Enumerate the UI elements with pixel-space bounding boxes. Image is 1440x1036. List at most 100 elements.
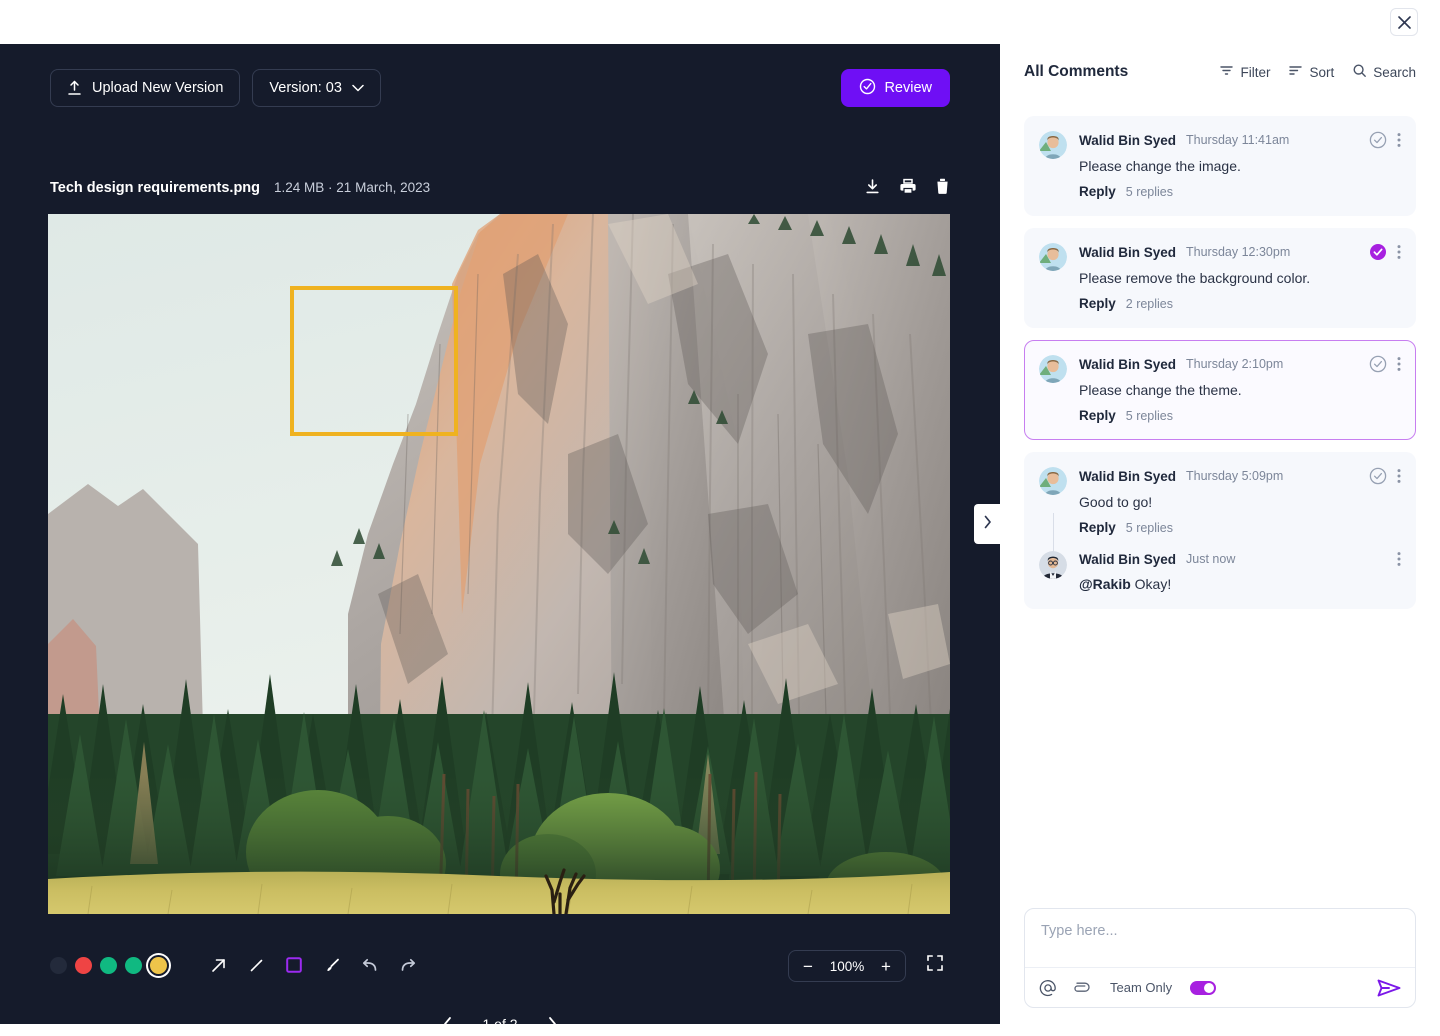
chevron-down-icon [352, 84, 364, 92]
search-icon [1352, 63, 1367, 81]
reply-author: Walid Bin Syed [1079, 552, 1176, 567]
resolve-check-icon[interactable] [1369, 131, 1387, 149]
delete-icon[interactable] [935, 178, 950, 200]
file-actions [864, 178, 950, 200]
color-swatch-red[interactable] [75, 957, 92, 974]
print-icon[interactable] [899, 178, 917, 200]
reply-button[interactable]: Reply [1079, 296, 1116, 311]
line-tool-icon[interactable] [243, 952, 269, 978]
nested-reply[interactable]: Walid Bin Syed Just now @R [1039, 551, 1401, 592]
thread-connector [1053, 513, 1054, 552]
composer-toolbar: Team Only [1025, 967, 1415, 1007]
zoom-controls: − 100% + [788, 950, 906, 982]
comment-text: Please remove the background color. [1079, 270, 1401, 286]
replies-count[interactable]: 5 replies [1126, 185, 1173, 199]
avatar [1039, 467, 1067, 495]
color-swatches [50, 957, 167, 974]
search-label: Search [1373, 65, 1416, 80]
comment-card-with-thread[interactable]: Walid Bin Syed Thursday 5:09pm [1024, 452, 1416, 609]
at-mention-icon[interactable] [1039, 979, 1057, 997]
comment-card-active[interactable]: Walid Bin Syed Thursday 2:10pm [1024, 340, 1416, 440]
team-only-toggle[interactable] [1190, 981, 1216, 995]
brush-tool-icon[interactable] [319, 952, 345, 978]
comment-time: Thursday 11:41am [1186, 133, 1289, 147]
panel-toggle-button[interactable] [974, 504, 1000, 544]
comment-composer: Type here... Team Only [1024, 908, 1416, 1008]
version-select-label: Version: 03 [269, 80, 342, 96]
comment-menu-icon[interactable] [1397, 244, 1401, 260]
color-swatch-dark[interactable] [50, 957, 67, 974]
upload-icon [67, 80, 82, 96]
comment-time: Thursday 5:09pm [1186, 469, 1283, 483]
zoom-out-button[interactable]: − [795, 953, 821, 979]
comment-card[interactable]: Walid Bin Syed Thursday 11:41am [1024, 116, 1416, 216]
comment-text: Please change the theme. [1079, 382, 1401, 398]
comments-tools: Filter Sort Search [1219, 63, 1416, 81]
arrow-tool-icon[interactable] [205, 952, 231, 978]
comment-time: Thursday 12:30pm [1186, 245, 1290, 259]
avatar [1039, 131, 1067, 159]
undo-icon[interactable] [357, 952, 383, 978]
comment-text: Please change the image. [1079, 158, 1401, 174]
next-page-button[interactable] [540, 1012, 564, 1036]
replies-count[interactable]: 5 replies [1126, 409, 1173, 423]
resolve-check-icon[interactable] [1369, 467, 1387, 485]
replies-count[interactable]: 5 replies [1126, 521, 1173, 535]
image-viewer: Upload New Version Version: 03 Review Te… [0, 44, 1000, 1024]
comment-card[interactable]: Walid Bin Syed Thursday 12:30pm [1024, 228, 1416, 328]
mention[interactable]: @Rakib [1079, 576, 1131, 592]
close-button[interactable] [1390, 8, 1418, 36]
fullscreen-button[interactable] [926, 954, 950, 978]
zoom-in-button[interactable]: + [873, 953, 899, 979]
page-indicator: 1 of 2 [482, 1016, 517, 1032]
color-swatch-yellow[interactable] [150, 957, 167, 974]
avatar-reply [1039, 551, 1067, 579]
avatar [1039, 243, 1067, 271]
reply-button[interactable]: Reply [1079, 408, 1116, 423]
version-select[interactable]: Version: 03 [252, 69, 381, 107]
annotation-rectangle[interactable] [290, 286, 458, 436]
comment-time: Thursday 2:10pm [1186, 357, 1283, 371]
comment-menu-icon[interactable] [1397, 356, 1401, 372]
filter-label: Filter [1240, 65, 1270, 80]
reply-button[interactable]: Reply [1079, 184, 1116, 199]
review-button[interactable]: Review [841, 69, 950, 107]
close-icon [1398, 16, 1411, 29]
comments-list: Walid Bin Syed Thursday 11:41am [1024, 116, 1416, 621]
fullscreen-icon [926, 959, 944, 976]
avatar [1039, 355, 1067, 383]
comment-author: Walid Bin Syed [1079, 245, 1176, 260]
paperclip-icon[interactable] [1071, 981, 1090, 995]
color-swatch-green[interactable] [100, 957, 117, 974]
send-button[interactable] [1377, 979, 1401, 997]
reply-time: Just now [1186, 552, 1235, 566]
reply-menu-icon[interactable] [1397, 551, 1401, 567]
image-canvas[interactable] [48, 214, 950, 914]
reply-button[interactable]: Reply [1079, 520, 1116, 535]
resolve-check-icon[interactable] [1369, 355, 1387, 373]
rectangle-tool-icon[interactable] [281, 952, 307, 978]
resolve-check-icon-resolved[interactable] [1369, 243, 1387, 261]
search-button[interactable]: Search [1352, 63, 1416, 81]
comment-menu-icon[interactable] [1397, 132, 1401, 148]
prev-page-button[interactable] [436, 1012, 460, 1036]
upload-new-version-button[interactable]: Upload New Version [50, 69, 240, 107]
comment-author: Walid Bin Syed [1079, 133, 1176, 148]
comment-author: Walid Bin Syed [1079, 357, 1176, 372]
download-icon[interactable] [864, 178, 881, 200]
comment-input[interactable]: Type here... [1025, 909, 1415, 967]
chevron-right-icon [983, 515, 992, 534]
sort-label: Sort [1309, 65, 1334, 80]
top-bar [0, 0, 1440, 44]
zoom-level: 100% [825, 959, 869, 974]
reply-body: Okay! [1131, 576, 1171, 592]
comment-menu-icon[interactable] [1397, 468, 1401, 484]
sort-button[interactable]: Sort [1288, 63, 1334, 81]
reply-text: @Rakib Okay! [1079, 576, 1401, 592]
replies-count[interactable]: 2 replies [1126, 297, 1173, 311]
redo-icon[interactable] [395, 952, 421, 978]
filter-button[interactable]: Filter [1219, 63, 1270, 81]
upload-button-label: Upload New Version [92, 80, 223, 96]
review-button-label: Review [884, 80, 932, 96]
color-swatch-green-2[interactable] [125, 957, 142, 974]
